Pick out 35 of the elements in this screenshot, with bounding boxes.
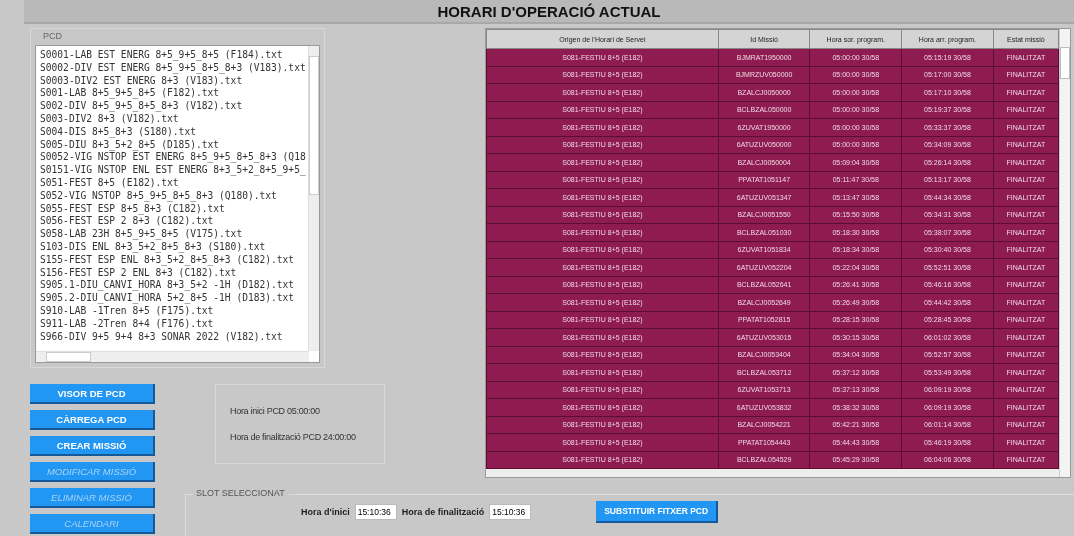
file-item[interactable]: S051-FEST 8+5 (E182).txt <box>40 176 308 190</box>
time-field[interactable]: 15:10:36 <box>354 504 397 520</box>
file-item[interactable]: S0002-DIV EST ENERG 8+5_9+5_8+5_8+3 (V183).txt <box>40 61 308 75</box>
group-title: PCD <box>43 31 63 41</box>
file-item[interactable]: S905.2-DIU_CANVI_HORA 5+2_8+5 -1H (D183).txt <box>40 292 308 305</box>
info-text: Hora inici PCD 05:00:00 <box>230 406 321 416</box>
file-item[interactable]: S911-LAB -2Tren 8+4 (F176).txt <box>40 317 308 331</box>
file-item[interactable]: S155-FEST ESP ENL 8+3_5+2_8+5_8+3 (C182).txt <box>40 253 308 267</box>
file-item[interactable]: S103-DIS ENL 8+3_5+2_8+5_8+3 (S180).txt <box>40 240 308 254</box>
file-item[interactable]: S001-LAB 8+5_9+5_8+5 (F182).txt <box>40 87 308 101</box>
scrollbar[interactable] <box>1059 29 1070 477</box>
info-text: Hora de finalització PCD 24:00:00 <box>230 432 357 442</box>
file-item[interactable]: S058-LAB 23H 8+5_9+5_8+5 (V175).txt <box>40 228 308 241</box>
file-item[interactable]: S0151-VIG NSTOP ENL EST ENERG 8+3_5+2_8+5_9+5_ <box>40 164 308 177</box>
scrollbar[interactable] <box>36 351 309 362</box>
file-item[interactable]: S0052-VIG NSTOP EST ENERG 8+5_9+5_8+5_8+3 (Q18 <box>40 151 308 165</box>
file-item[interactable]: S156-FEST ESP 2 ENL 8+3 (C182).txt <box>40 266 308 280</box>
file-item[interactable]: S056-FEST ESP 2 8+3 (C182).txt <box>40 215 308 229</box>
scrollbar[interactable] <box>308 46 319 351</box>
file-item[interactable]: S0001-LAB EST ENERG 8+5_9+5_8+5 (F184).txt <box>40 49 308 62</box>
file-item[interactable]: S005-DIU 8+3_5+2_8+5 (D185).txt <box>40 138 308 152</box>
time-field[interactable]: 15:10:36 <box>489 504 532 520</box>
file-item[interactable]: S002-DIV 8+5_9+5_8+5_8+3 (V182).txt <box>40 100 308 113</box>
file-item[interactable]: S0003-DIV2 EST ENERG 8+3 (V183).txt <box>40 74 308 88</box>
file-item[interactable]: S910-LAB -1Tren 8+5 (F175).txt <box>40 304 308 318</box>
file-item[interactable]: S905.1-DIU_CANVI_HORA 8+3_5+2 -1H (D182).txt <box>40 279 308 293</box>
window-title: HORARI D'OPERACIÓ ACTUAL <box>437 2 661 20</box>
file-item[interactable]: S003-DIV2 8+3 (V182).txt <box>40 113 308 126</box>
file-item[interactable]: S966-DIV 9+5 9+4 8+3 SONAR 2022 (V182).txt <box>40 330 308 344</box>
field-label: Hora d'inici <box>301 507 350 517</box>
file-item[interactable]: S055-FEST ESP 8+5_8+3 (C182).txt <box>40 202 308 216</box>
group-title: SLOT SELECCIONAT <box>192 488 289 498</box>
file-item[interactable]: S004-DIS 8+5_8+3 (S180).txt <box>40 125 308 139</box>
file-item[interactable]: S052-VIG NSTOP 8+5_9+5_8+5_8+3 (Q180).txt <box>40 189 308 203</box>
field-label: Hora de finalització <box>401 507 485 517</box>
